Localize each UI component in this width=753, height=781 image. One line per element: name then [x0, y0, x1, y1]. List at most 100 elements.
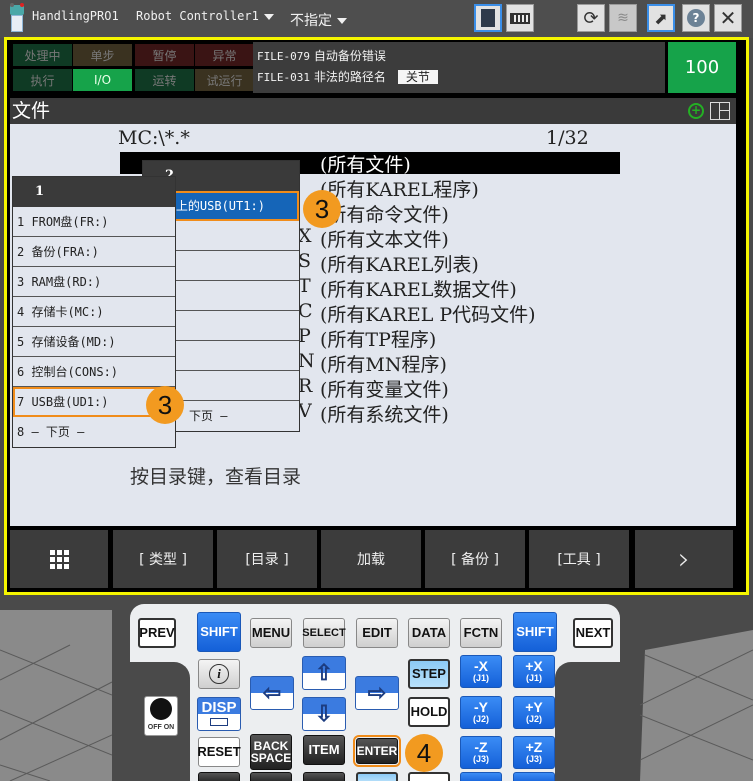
group-label: 不指定 — [290, 13, 332, 29]
left-arrow-key[interactable]: ⇦ — [250, 676, 294, 710]
disp-key[interactable]: DISP — [197, 697, 241, 731]
popout-button[interactable]: ⬈ — [647, 4, 675, 32]
edit-key[interactable]: EDIT — [356, 618, 398, 648]
fctn-key[interactable]: FCTN — [460, 618, 502, 648]
zoom-in-icon[interactable]: + — [688, 103, 704, 119]
file-type-row[interactable]: (所有KAREL数据文件) — [320, 275, 517, 302]
bottom-row-key[interactable] — [198, 772, 240, 781]
pendant-screen: 处理中 单步 暂停 异常 执行 I/O 运转 试运行 FILE-079 自动备份… — [4, 37, 749, 595]
info-key[interactable]: i — [198, 659, 240, 689]
jog-key[interactable]: -Z (J3) — [460, 736, 502, 769]
right-arrow-key[interactable]: ⇨ — [355, 676, 399, 710]
jog-key[interactable]: +Y (J2) — [513, 696, 555, 729]
floor-grid-right — [640, 610, 753, 781]
file-type-row[interactable]: (所有TP程序) — [320, 325, 436, 352]
led-step: 单步 — [73, 44, 132, 66]
speed-override[interactable]: 100 — [668, 42, 736, 93]
jog-key[interactable]: +X (J1) — [513, 655, 555, 688]
group-dropdown[interactable]: 不指定 — [290, 10, 347, 30]
backspace-key[interactable]: BACK SPACE — [250, 734, 292, 770]
step-key[interactable]: STEP — [408, 659, 450, 689]
f5-utility-key[interactable]: [工具 ] — [529, 530, 629, 588]
f4-backup-key[interactable]: [ 备份 ] — [425, 530, 525, 588]
f3-load-key[interactable]: 加载 — [321, 530, 421, 588]
teach-pendant-app-icon — [10, 3, 24, 32]
function-key-bar: [ 类型 ] [目录 ] 加载 [ 备份 ] [工具 ] › — [10, 528, 743, 590]
robot-button[interactable]: ≋ — [609, 4, 637, 32]
f2-directory-key[interactable]: [目录 ] — [217, 530, 317, 588]
step-callout-4: 4 — [405, 734, 443, 772]
key-switch[interactable]: OFF ON — [144, 696, 178, 736]
split-screen-icon[interactable] — [710, 102, 730, 120]
data-key[interactable]: DATA — [408, 618, 450, 648]
jog-key[interactable]: +Z (J3) — [513, 736, 555, 769]
menu-key[interactable]: MENU — [250, 618, 292, 648]
jog-rotate-key[interactable] — [513, 772, 555, 781]
info-icon: i — [209, 664, 229, 684]
file-type-row[interactable]: (所有系统文件) — [320, 400, 449, 427]
file-type-row[interactable]: (所有KAREL程序) — [320, 175, 479, 202]
keypad-side-right — [555, 662, 620, 781]
jog-key[interactable]: -X (J1) — [460, 655, 502, 688]
enter-key[interactable]: ENTER — [353, 735, 401, 767]
led-io: I/O — [73, 69, 132, 91]
main-menu-key[interactable] — [10, 530, 108, 588]
split-window-icon — [210, 718, 228, 726]
chevron-down-icon — [337, 18, 347, 24]
f1-type-key[interactable]: [ 类型 ] — [113, 530, 213, 588]
item-key[interactable]: ITEM — [303, 735, 345, 765]
title-bar: HandlingPRO1 Robot Controller1 不指定 ⟳ ≋ ⬈… — [0, 0, 753, 38]
device-menu-item[interactable]: 1 FROM盘(FR:) — [13, 207, 175, 237]
bottom-row-key[interactable] — [408, 772, 450, 781]
file-type-row[interactable]: (所有KAREL列表) — [320, 250, 479, 277]
jog-axis-label: -X — [474, 657, 488, 674]
file-type-row[interactable]: (所有文本文件) — [320, 225, 449, 252]
file-type-row[interactable]: (所有变量文件) — [320, 375, 449, 402]
select-key[interactable]: SELECT — [302, 618, 346, 648]
next-key[interactable]: NEXT — [573, 618, 613, 648]
hold-key[interactable]: HOLD — [408, 697, 450, 727]
prev-key[interactable]: PREV — [138, 618, 176, 648]
device-menu-item[interactable]: 4 存储卡(MC:) — [13, 297, 175, 327]
led-tcyc: 试运行 — [195, 69, 254, 91]
alarm-message-box: FILE-079 自动备份错误 FILE-031 非法的路径名 关节 — [253, 42, 665, 93]
jog-joint-label: (J2) — [525, 713, 542, 724]
key-switch-on-label: ON — [163, 724, 175, 731]
next-page-key[interactable]: › — [635, 530, 733, 588]
device-menu-item[interactable]: 2 备份(FRA:) — [13, 237, 175, 267]
key-switch-icon — [150, 698, 172, 720]
backspace-label-2: SPACE — [250, 751, 292, 765]
device-menu-item[interactable]: 3 RAM盘(RD:) — [13, 267, 175, 297]
shift-right-key[interactable]: SHIFT — [513, 612, 557, 652]
device-menu-item[interactable]: 6 控制台(CONS:) — [13, 357, 175, 387]
jog-axis-label: +X — [525, 657, 543, 674]
down-arrow-key[interactable]: ⇩ — [302, 697, 346, 731]
refresh-button[interactable]: ⟳ — [577, 4, 605, 32]
bottom-row-key[interactable] — [250, 772, 292, 781]
shift-left-key[interactable]: SHIFT — [197, 612, 241, 652]
teach-pendant-button[interactable] — [474, 4, 502, 32]
bottom-row-key[interactable] — [303, 772, 345, 781]
tool-key[interactable] — [356, 772, 398, 781]
file-type-ext: N — [298, 350, 315, 372]
jog-key[interactable]: -Y (J2) — [460, 696, 502, 729]
jog-joint-label: (J3) — [472, 753, 489, 764]
alarm-line: FILE-031 非法的路径名 关节 — [257, 67, 665, 88]
close-button[interactable]: ✕ — [714, 4, 742, 32]
file-type-row[interactable]: (所有MN程序) — [320, 350, 447, 377]
floor-grid-left — [0, 610, 112, 781]
file-type-row[interactable]: (所有KAREL P代码文件) — [320, 300, 536, 327]
help-button[interactable]: ? — [682, 4, 710, 32]
coord-badge: 关节 — [397, 70, 438, 84]
led-prod: 运转 — [135, 69, 194, 91]
device-menu-item[interactable]: 5 存储设备(MD:) — [13, 327, 175, 357]
jog-rotate-key[interactable] — [460, 772, 502, 781]
keyboard-button[interactable] — [506, 4, 534, 32]
controller-dropdown[interactable]: Robot Controller1 — [136, 9, 274, 23]
menu-header: 1 — [13, 177, 175, 207]
device-menu-item[interactable]: 8 — 下页 — — [13, 417, 175, 447]
jog-joint-label: (J1) — [472, 672, 489, 683]
reset-key[interactable]: RESET — [197, 737, 241, 767]
up-arrow-key[interactable]: ⇧ — [302, 656, 346, 690]
file-type-row[interactable]: (所有文件) — [320, 150, 411, 177]
